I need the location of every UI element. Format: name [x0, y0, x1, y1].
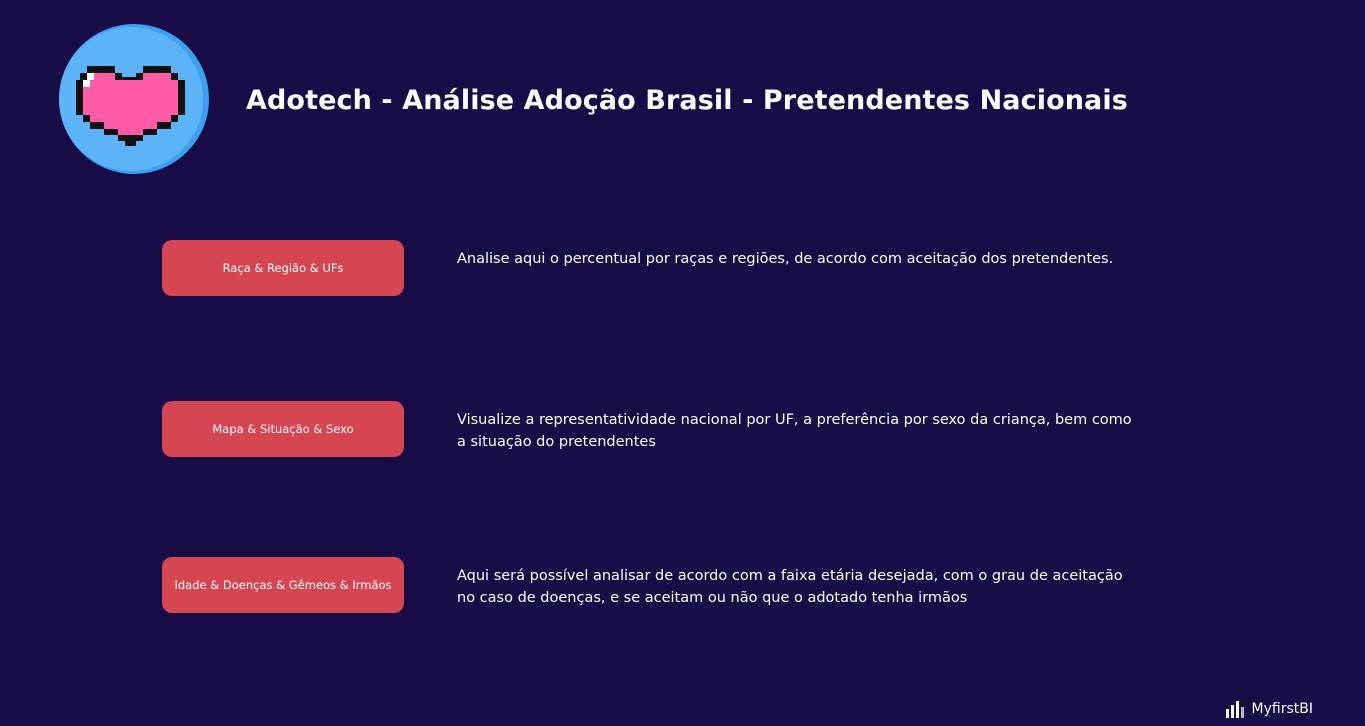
raca-regiao-ufs-button[interactable]: Raça & Região & UFs [162, 240, 404, 296]
bar-chart-icon [1225, 701, 1244, 718]
pixel-heart-icon [59, 24, 209, 174]
idade-doencas-gemeos-irmaos-description: Aqui será possível analisar de acordo co… [457, 568, 1123, 606]
page-title: Adotech - Análise Adoção Brasil - Preten… [246, 85, 1128, 116]
footer-brand-label: MyfirstBI [1251, 701, 1313, 717]
raca-regiao-ufs-description: Analise aqui o percentual por raças e re… [457, 251, 1114, 267]
mapa-situacao-sexo-description: Visualize a representatividade nacional … [457, 412, 1132, 450]
logo [59, 24, 209, 174]
mapa-situacao-sexo-button[interactable]: Mapa & Situação & Sexo [162, 401, 404, 457]
idade-doencas-gemeos-irmaos-button[interactable]: Idade & Doenças & Gêmeos & Irmãos [162, 557, 404, 613]
myfirstbi-link[interactable]: MyfirstBI [1224, 697, 1313, 721]
